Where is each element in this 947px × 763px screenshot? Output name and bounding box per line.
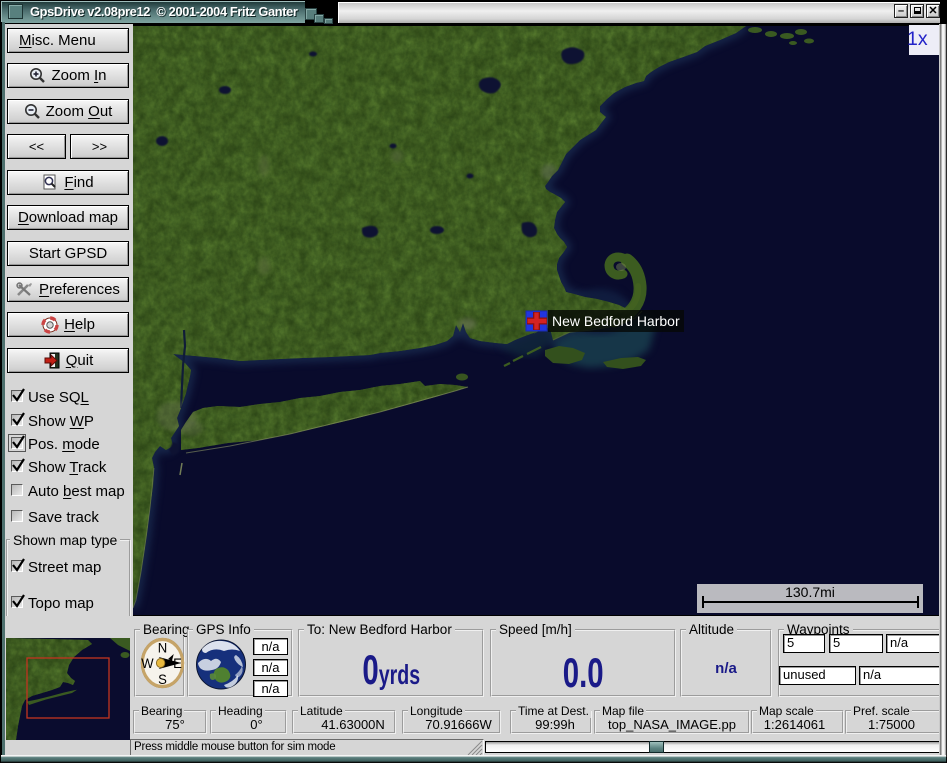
svg-text:S: S	[158, 672, 167, 687]
svg-text:N: N	[158, 640, 167, 655]
svg-text:W: W	[141, 656, 154, 671]
